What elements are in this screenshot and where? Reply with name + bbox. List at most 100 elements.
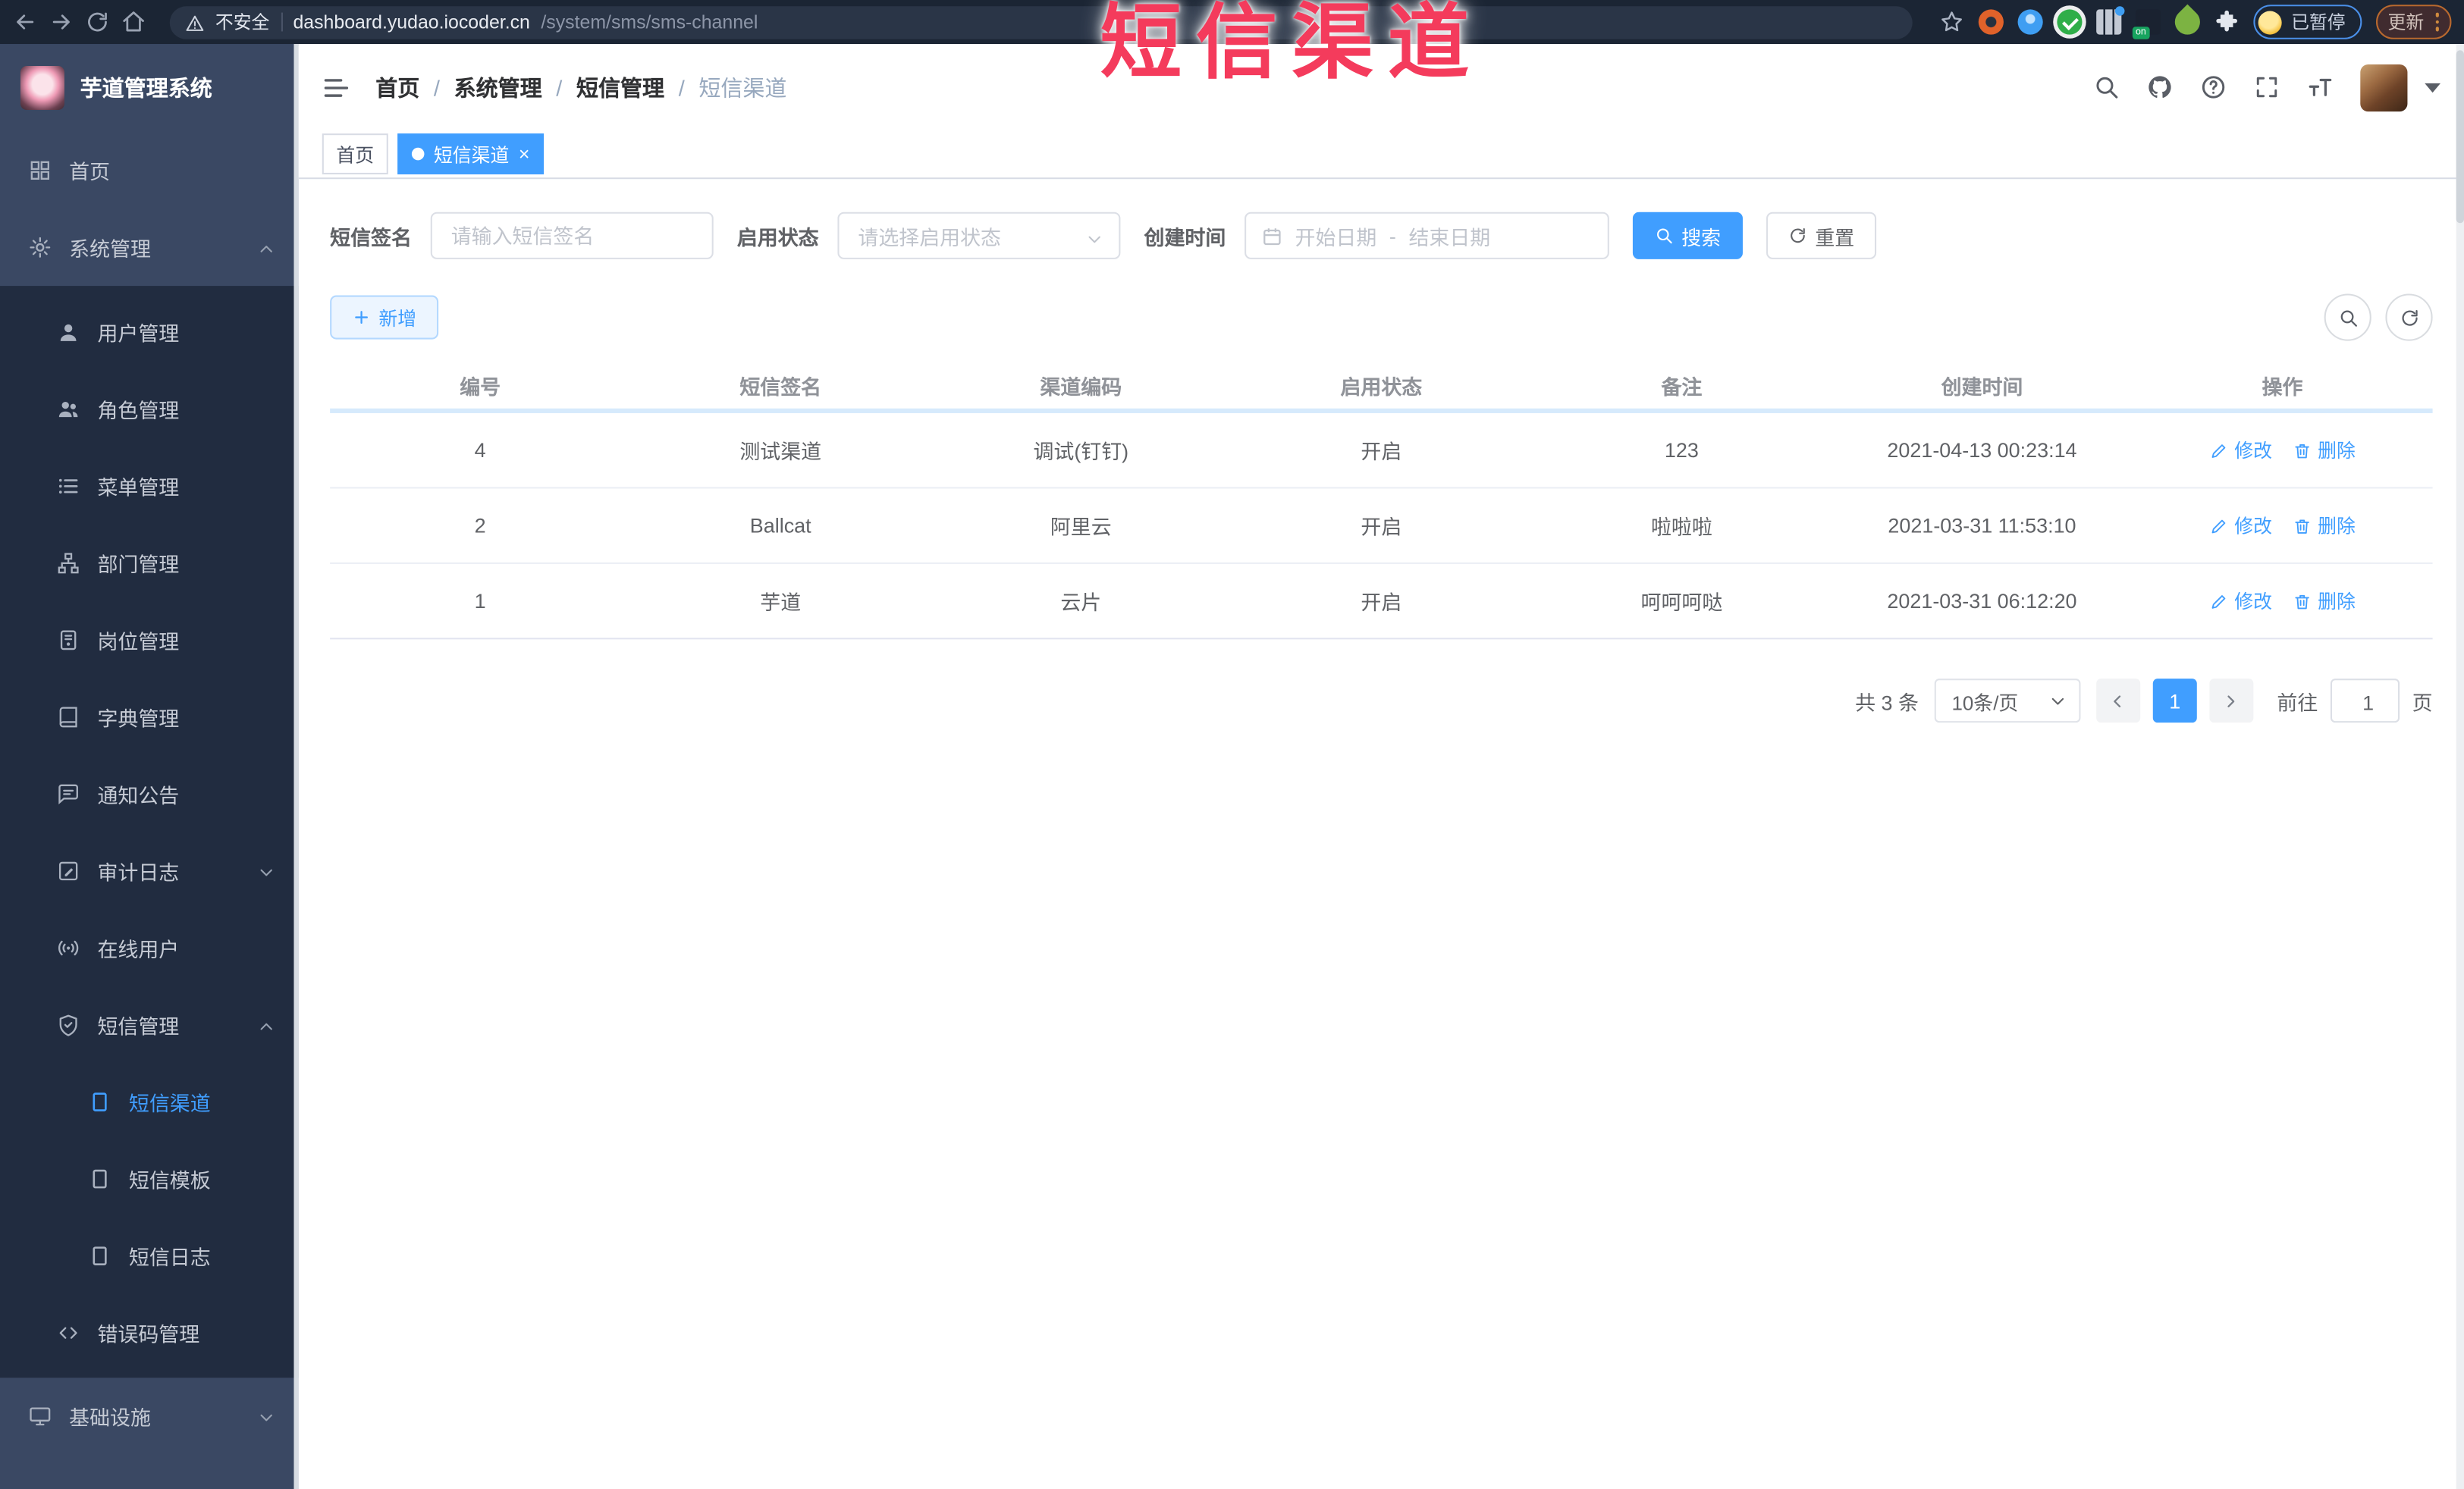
screen: 不安全 dashboard.yudao.iocoder.cn/system/sm… [0,0,2464,1489]
not-secure-label[interactable]: 不安全 [215,9,269,34]
status-select[interactable]: 请选择启用状态 [837,212,1121,259]
extension-orange-donut-icon[interactable] [1978,9,2004,35]
chevron-up-icon [258,239,275,256]
paused-chip[interactable]: 已暂停 [2253,5,2362,39]
chevron-up-icon [258,1017,275,1034]
update-button-label: 更新 [2387,14,2425,33]
emoji-face-icon [2258,10,2282,34]
help-icon[interactable] [2200,74,2227,100]
date-range-picker[interactable]: 开始日期 - 结束日期 [1245,212,1609,259]
chevron-down-icon [258,863,275,880]
extension-blue-pin-icon[interactable] [2017,9,2043,35]
extension-grid-icon[interactable] [2096,6,2125,35]
header-search-icon[interactable] [2093,74,2120,100]
sidebar-item-online-users[interactable]: 在线用户 [0,910,299,987]
extension-on-badge-icon[interactable] [2132,9,2161,39]
page-scrollbar[interactable] [2456,44,2464,1489]
sidebar-item-user-management[interactable]: 用户管理 [0,293,299,371]
next-page-button[interactable] [2209,679,2254,723]
browser-forward-icon[interactable] [49,9,74,34]
add-button[interactable]: 新增 [330,295,439,340]
sidebar-item-menu-management[interactable]: 菜单管理 [0,448,299,525]
prev-page-button[interactable] [2096,679,2141,723]
search-icon [1655,226,1674,245]
edit-link[interactable]: 修改 [2209,588,2272,614]
goto-page-input[interactable] [2331,680,2405,725]
address-bar[interactable]: 不安全 dashboard.yudao.iocoder.cn/system/sm… [169,5,1913,39]
search-button[interactable]: 搜索 [1633,212,1744,259]
tab-close-icon[interactable]: × [519,145,530,164]
page-size-select[interactable]: 10条/页 [1934,679,2081,723]
sidebar-item-infrastructure[interactable]: 基础设施 [0,1378,299,1455]
sidebar-item-notice-announcement[interactable]: 通知公告 [0,756,299,833]
end-date-placeholder[interactable]: 结束日期 [1408,221,1490,250]
sidebar: 芋道管理系统 首页 系统管理 用户管理 角色管理 菜单管理 部门管理 岗位管理 … [0,44,299,1489]
sign-input[interactable] [432,224,712,248]
edit-link[interactable]: 修改 [2209,437,2272,463]
col-remark: 备注 [1661,375,1703,399]
fullscreen-icon[interactable] [2253,74,2280,100]
delete-link[interactable]: 删除 [2293,437,2356,463]
sidebar-item-audit-log[interactable]: 审计日志 [0,832,299,910]
code-icon [57,1321,80,1345]
sidebar-item-sms-management[interactable]: 短信管理 [0,986,299,1064]
delete-link[interactable]: 删除 [2293,513,2356,539]
sidebar-item-sms-template[interactable]: 短信模板 [0,1140,299,1218]
document-icon [88,1244,111,1268]
not-secure-warning-icon [186,13,205,32]
browser-home-icon[interactable] [121,9,146,34]
url-domain: dashboard.yudao.iocoder.cn [293,11,530,33]
table-toolbar: 新增 [330,293,2433,341]
reset-button[interactable]: 重置 [1766,212,1877,259]
col-status: 启用状态 [1340,375,1423,399]
tab-sms-channel[interactable]: 短信渠道 × [397,133,545,175]
goto-label: 前往 [2277,690,2318,714]
breadcrumb-sms-management[interactable]: 短信管理 [576,71,664,102]
browser-menu-dots-icon[interactable] [2434,13,2439,31]
avatar-caret-down-icon[interactable] [2425,82,2440,92]
browser-back-icon[interactable] [13,9,38,34]
avatar[interactable] [2360,63,2408,111]
scrollbar-thumb[interactable] [2456,50,2464,224]
hamburger-icon[interactable] [322,73,350,101]
goto-page-input-wrapper [2330,679,2405,725]
breadcrumb-system-management[interactable]: 系统管理 [454,71,542,102]
sidebar-item-sms-log[interactable]: 短信日志 [0,1218,299,1295]
sidebar-item-error-code-management[interactable]: 错误码管理 [0,1294,299,1371]
status-label: 启用状态 [736,225,819,249]
breadcrumb-sms-channel: 短信渠道 [698,74,787,100]
sidebar-scrollbar[interactable] [293,44,299,1489]
sidebar-item-role-management[interactable]: 角色管理 [0,371,299,448]
github-icon[interactable] [2146,74,2173,100]
sidebar-logo-row[interactable]: 芋道管理系统 [0,44,299,132]
shield-icon [57,1014,80,1037]
tab-home[interactable]: 首页 [322,133,388,175]
extension-puzzle-icon[interactable] [2214,9,2240,34]
sidebar-item-sms-channel[interactable]: 短信渠道 [0,1064,299,1141]
active-tab-dot [411,147,425,161]
sidebar-item-department-management[interactable]: 部门管理 [0,525,299,602]
sidebar-item-post-management[interactable]: 岗位管理 [0,602,299,679]
select-chevron-down-icon [1086,227,1103,244]
breadcrumb: 首页 / 系统管理 / 短信管理 / 短信渠道 [375,71,786,102]
browser-reload-icon[interactable] [85,9,110,34]
toggle-search-button[interactable] [2324,293,2371,341]
chevron-down-icon [258,1408,275,1425]
extension-green-check-icon[interactable] [2057,9,2083,35]
update-button[interactable]: 更新 [2375,5,2452,39]
bookmark-star-icon[interactable] [1939,9,1964,34]
badge-icon [57,629,80,652]
col-id: 编号 [460,375,501,399]
refresh-table-button[interactable] [2385,293,2433,341]
sidebar-item-home[interactable]: 首页 [0,132,299,209]
page-number-1[interactable]: 1 [2152,679,2197,723]
breadcrumb-home[interactable]: 首页 [375,71,419,102]
sidebar-item-dict-management[interactable]: 字典管理 [0,679,299,756]
edit-link[interactable]: 修改 [2209,513,2272,539]
font-size-icon[interactable] [2307,74,2334,100]
user-icon [57,321,80,344]
extension-leaf-icon[interactable] [2169,4,2205,40]
sidebar-item-system-management[interactable]: 系统管理 [0,209,299,287]
delete-link[interactable]: 删除 [2293,588,2356,614]
start-date-placeholder[interactable]: 开始日期 [1295,221,1377,250]
